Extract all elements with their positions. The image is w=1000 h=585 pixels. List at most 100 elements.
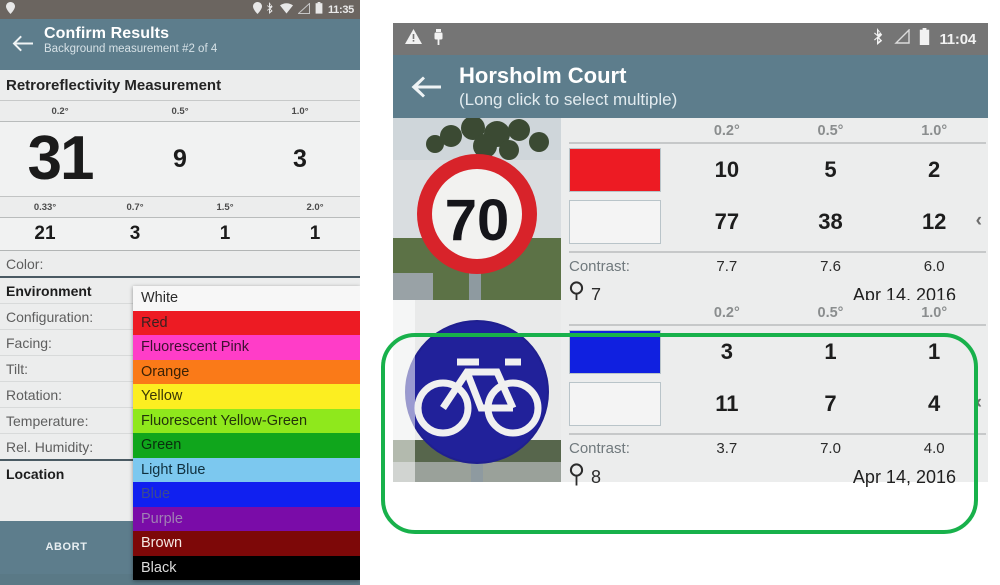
background-value: 11 [715,391,739,416]
color-option[interactable]: Brown [133,531,360,556]
field-label: Location [6,465,65,482]
card-body: 0.2° 0.5° 1.0° 3 1 1 11 7 4 Contrast: 3.… [561,300,988,487]
background-value: 7 [824,391,837,416]
angle-header: 0.5° [817,305,844,321]
contrast-row: Contrast: 3.7 7.0 4.0 [569,435,986,462]
location-pin-icon [569,463,584,492]
field-label: Rotation: [6,386,63,403]
page-subtitle: (Long click to select multiple) [459,89,678,109]
background-measurement-row: 11 7 4 [569,378,986,430]
bluetooth-icon [874,28,885,50]
right-status-time: 11:04 [939,30,976,48]
contrast-label: Contrast: [569,440,630,457]
angle-header: 1.0° [291,106,309,117]
angle-header: 1.5° [216,202,234,213]
usb-icon [433,28,444,50]
right-app-bar: Horsholm Court (Long click to select mul… [393,55,988,118]
angle-header: 0.33° [33,202,57,213]
color-option[interactable]: Light Blue [133,457,360,482]
angle-header-row: 0.2° 0.5° 1.0° [569,118,986,139]
color-option[interactable]: White [133,286,360,311]
page-title: Horsholm Court [459,62,627,88]
card-body: 0.2° 0.5° 1.0° 10 5 2 77 38 12 Contrast:… [561,118,988,305]
sign-value: 1 [928,339,941,364]
battery-icon [315,2,323,17]
angle-header: 2.0° [306,202,324,213]
measurement-card[interactable]: 70 0.2° 0.5° 1.0° 10 5 2 77 38 12 Contra… [393,118,988,305]
measurement-card[interactable]: 0.2° 0.5° 1.0° 3 1 1 11 7 4 Contrast: 3.… [393,300,988,487]
background-value: 12 [921,209,947,234]
wifi-icon [279,2,293,17]
chevron-left-icon[interactable]: ‹ [976,392,982,414]
field-label: Environment [6,282,92,299]
sign-value: 2 [928,157,941,182]
color-dropdown-list[interactable]: White Red Fluorescent Pink Orange Yellow Fluo… [133,286,360,580]
abort-button[interactable]: ABORT [0,521,133,573]
angle-header: 1.0° [921,123,948,139]
measurement-value: 31 [27,124,95,193]
background-value: 38 [818,209,843,234]
location-pin-icon [252,2,262,17]
angle-header: 1.0° [921,305,948,321]
signal-icon [297,1,310,17]
color-option[interactable]: Purple [133,506,360,531]
sign-measurement-row: 3 1 1 [569,326,986,378]
color-option[interactable]: Orange [133,359,360,384]
angle-header-row-1: 0.2° 0.5° 1.0° [0,101,360,122]
color-option[interactable]: Red [133,310,360,335]
color-option[interactable]: Blue [133,482,360,507]
angle-header: 0.5° [171,106,189,117]
angle-header-row-2: 0.33° 0.7° 1.5° 2.0° [0,197,360,218]
angle-header: 0.5° [817,123,844,139]
measurement-value: 1 [309,223,321,244]
left-app-bar: Confirm Results Background measurement #… [0,19,360,70]
point-id: 8 [591,467,602,487]
color-option[interactable]: Black [133,555,360,580]
measurement-value: 3 [129,223,141,244]
background-measurement-row: 77 38 12 [569,196,986,248]
measurement-date: Apr 14, 2016 [852,467,956,487]
sign-photo-bicycle-route[interactable] [393,300,561,482]
color-option[interactable]: Green [133,433,360,458]
field-row-color[interactable]: Color: [0,251,360,278]
color-option[interactable]: Fluorescent Yellow-Green [133,408,360,433]
bluetooth-icon [266,2,275,17]
signal-icon [894,28,911,49]
page-title: Confirm Results [44,25,170,42]
sign-value: 5 [824,157,837,182]
contrast-value: 4.0 [923,440,945,457]
page-subtitle: Background measurement #2 of 4 [44,43,218,55]
right-status-bar: 11:04 [393,23,988,55]
card-footer: 8 Apr 14, 2016 [569,462,986,493]
sign-value: 3 [720,339,733,364]
sign-photo-speed-limit-70[interactable]: 70 [393,118,561,300]
measurement-value: 9 [173,145,187,173]
color-option[interactable]: Fluorescent Pink [133,335,360,360]
angle-header: 0.2° [713,305,740,321]
contrast-value: 7.0 [820,440,841,457]
measurement-row-2: 21 3 1 1 [0,218,360,250]
color-option[interactable]: Yellow [133,384,360,409]
field-label: Facing: [6,334,52,351]
field-label: Configuration: [6,308,94,325]
left-status-time: 11:35 [327,3,354,16]
sign-value: 1 [824,339,837,364]
sign-color-swatch [569,148,661,192]
background-color-swatch [569,200,661,244]
back-arrow-icon[interactable] [0,23,44,63]
background-value: 77 [714,209,740,234]
field-label: Rel. Humidity: [6,438,94,455]
measurement-row-1: 31 9 3 [0,122,360,196]
contrast-value: 3.7 [716,440,738,457]
field-label: Temperature: [6,412,89,429]
chevron-left-icon[interactable]: ‹ [976,210,982,232]
angle-header-row: 0.2° 0.5° 1.0° [569,300,986,321]
back-arrow-icon[interactable] [393,75,459,99]
measurement-value: 3 [293,145,307,173]
contrast-value: 6.0 [923,258,945,275]
sign-color-swatch [569,330,661,374]
contrast-label: Contrast: [569,258,630,275]
right-phone-screen: 11:04 Horsholm Court (Long click to sele… [393,23,988,543]
measurement-value: 1 [219,223,231,244]
contrast-row: Contrast: 7.7 7.6 6.0 [569,253,986,280]
